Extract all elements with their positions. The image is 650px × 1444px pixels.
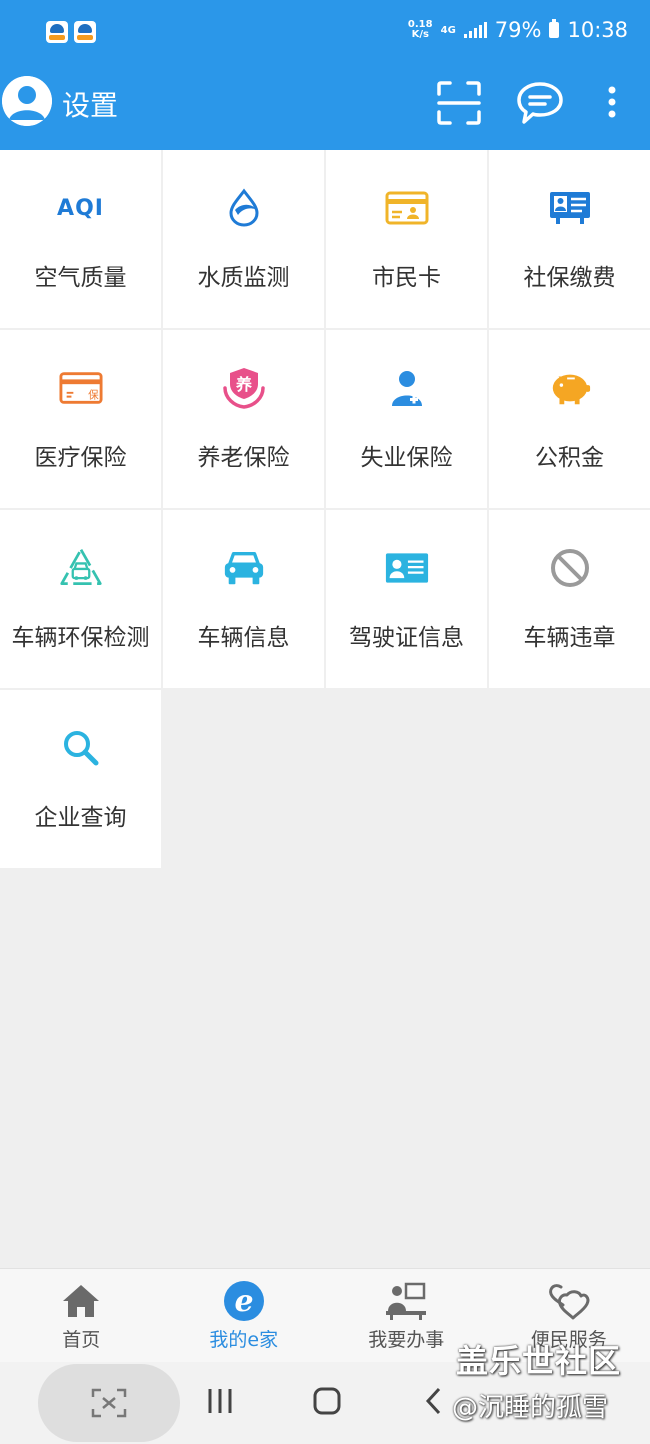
back-chevron-icon [425, 1387, 441, 1415]
recent-apps-icon [208, 1389, 232, 1413]
tile-air-quality[interactable]: AQI 空气质量 [0, 150, 161, 328]
tile-social-security-payment[interactable]: 社保缴费 [489, 150, 650, 328]
network-type: 4G [440, 24, 456, 36]
tile-label: 车辆环保检测 [11, 625, 150, 651]
chat-bubble-icon [517, 82, 563, 124]
home-system-button[interactable] [312, 1386, 342, 1420]
tile-label: 社保缴费 [523, 265, 616, 291]
license-card-icon [385, 548, 429, 588]
aqi-icon-text: AQI [57, 195, 104, 221]
page-title[interactable]: 设置 [62, 84, 118, 124]
tile-pension-insurance[interactable]: 养 养老保险 [163, 330, 324, 508]
capture-icon [91, 1388, 127, 1418]
pension-icon-text: 养 [234, 375, 252, 394]
home-square-icon [313, 1387, 341, 1415]
net-speed-unit: K/s [411, 29, 429, 40]
app-notification-icon [46, 21, 68, 43]
status-bar: 0.18 K/s 4G 79% 10:38 [0, 0, 650, 56]
medical-card-icon: 保 [58, 368, 103, 408]
tile-label: 养老保险 [197, 445, 290, 471]
nav-label: 我的e家 [209, 1329, 279, 1351]
home-icon [59, 1281, 103, 1321]
tile-label: 车辆信息 [197, 625, 290, 651]
tile-vehicle-info[interactable]: 车辆信息 [163, 510, 324, 688]
tile-driving-license-info[interactable]: 驾驶证信息 [326, 510, 487, 688]
net-speed: 0.18 K/s [408, 20, 433, 40]
scan-button[interactable] [436, 80, 482, 130]
tile-label: 驾驶证信息 [349, 625, 464, 651]
tile-water-quality[interactable]: 水质监测 [163, 150, 324, 328]
e-home-icon: e [222, 1281, 266, 1321]
signal-icon [463, 22, 487, 38]
tile-vehicle-emission-test[interactable]: 车辆环保检测 [0, 510, 161, 688]
office-worker-icon [384, 1281, 428, 1321]
message-button[interactable] [516, 80, 564, 130]
more-options-button[interactable] [598, 80, 626, 130]
app-bar: 设置 [0, 56, 650, 150]
battery-icon [549, 19, 560, 38]
water-drop-icon [222, 188, 266, 228]
back-button[interactable] [424, 1386, 444, 1420]
tile-label: 失业保险 [360, 445, 453, 471]
nav-my-ehome[interactable]: e 我的e家 [163, 1269, 326, 1363]
avatar[interactable] [2, 76, 52, 126]
car-icon [222, 548, 266, 588]
app-notification-icon [74, 21, 96, 43]
eco-car-icon [59, 548, 103, 588]
watermark-community: 盖乐世社区 [456, 1342, 622, 1380]
nav-home[interactable]: 首页 [0, 1269, 163, 1363]
tile-label: 公积金 [535, 445, 604, 471]
battery-percent: 79% [494, 18, 542, 42]
search-icon [59, 728, 103, 768]
clock: 10:38 [567, 18, 628, 42]
prohibited-icon [548, 548, 592, 588]
tile-label: 空气质量 [34, 265, 127, 291]
tile-housing-fund[interactable]: 公积金 [489, 330, 650, 508]
tile-traffic-violation[interactable]: 车辆违章 [489, 510, 650, 688]
watermark-author: @沉睡的孤雪 [452, 1393, 609, 1423]
service-grid: AQI 空气质量 水质监测 市民卡 社保缴费 保 医疗保险 养 养老保险 失业保… [0, 150, 650, 868]
svg-text:e: e [234, 1284, 253, 1319]
tile-label: 水质监测 [197, 265, 290, 291]
tile-enterprise-search[interactable]: 企业查询 [0, 690, 161, 868]
tile-label: 企业查询 [34, 805, 127, 831]
tile-citizen-card[interactable]: 市民卡 [326, 150, 487, 328]
tile-label: 车辆违章 [523, 625, 616, 651]
tile-unemployment-insurance[interactable]: 失业保险 [326, 330, 487, 508]
tile-label: 医疗保险 [34, 445, 127, 471]
screenshot-toggle-button[interactable] [38, 1364, 180, 1442]
id-card-icon [548, 188, 592, 228]
pension-hands-icon: 养 [222, 368, 266, 409]
more-vertical-icon [608, 86, 616, 118]
status-right: 0.18 K/s 4G 79% 10:38 [408, 18, 628, 42]
nav-label: 首页 [62, 1329, 101, 1351]
medical-card-icon-text: 保 [88, 389, 99, 402]
tile-label: 市民卡 [372, 265, 441, 291]
piggy-bank-icon [548, 368, 592, 408]
scan-icon [437, 81, 481, 125]
citizen-card-icon [385, 188, 429, 228]
aqi-icon: AQI [57, 188, 104, 228]
recent-apps-button[interactable] [206, 1386, 234, 1420]
person-plus-icon [385, 368, 429, 408]
tile-medical-insurance[interactable]: 保 医疗保险 [0, 330, 161, 508]
notification-icons [46, 21, 96, 43]
heart-service-icon [547, 1281, 591, 1321]
user-avatar-icon [2, 76, 52, 126]
